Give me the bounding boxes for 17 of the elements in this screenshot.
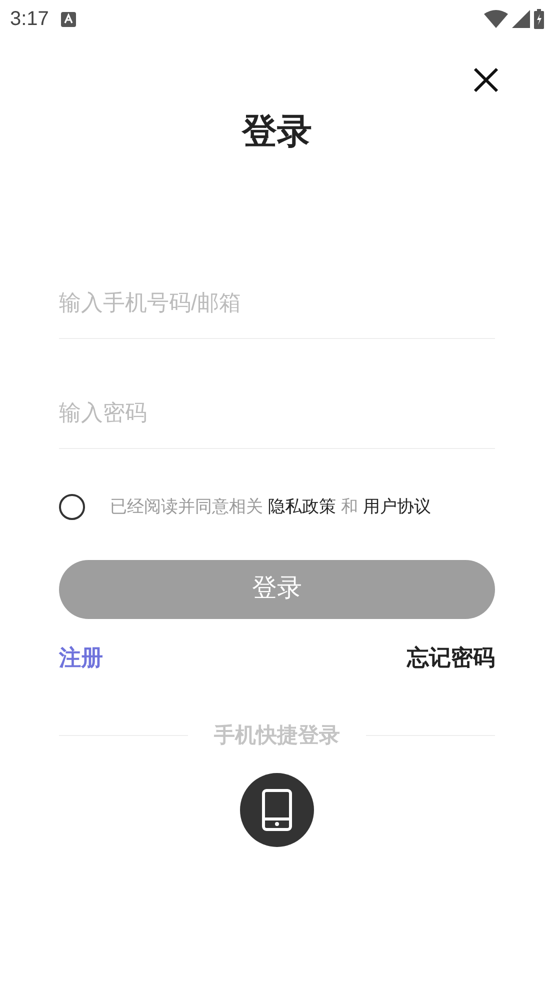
wifi-icon	[484, 10, 508, 28]
agreement-text: 已经阅读并同意相关	[110, 496, 263, 518]
battery-icon	[534, 9, 544, 29]
forgot-password-link[interactable]: 忘记密码	[407, 640, 495, 674]
policy-link[interactable]: 用户协议	[363, 494, 431, 520]
password-field[interactable]: 输入密码	[59, 378, 495, 448]
phone-icon	[262, 789, 292, 831]
page-title: 登录	[242, 111, 312, 153]
quick-login-label: 手机快捷登录	[213, 722, 341, 748]
status-time: 3:17	[10, 7, 49, 32]
register-link[interactable]: 注册	[59, 640, 103, 674]
agreement-text: 和	[341, 496, 358, 518]
account-field[interactable]: 输入手机号码/邮箱	[59, 268, 495, 338]
agreement-checkbox[interactable]	[59, 494, 85, 520]
signal-icon	[512, 10, 530, 28]
keyboard-icon	[60, 12, 76, 26]
policy-link[interactable]: 隐私政策	[268, 494, 336, 520]
